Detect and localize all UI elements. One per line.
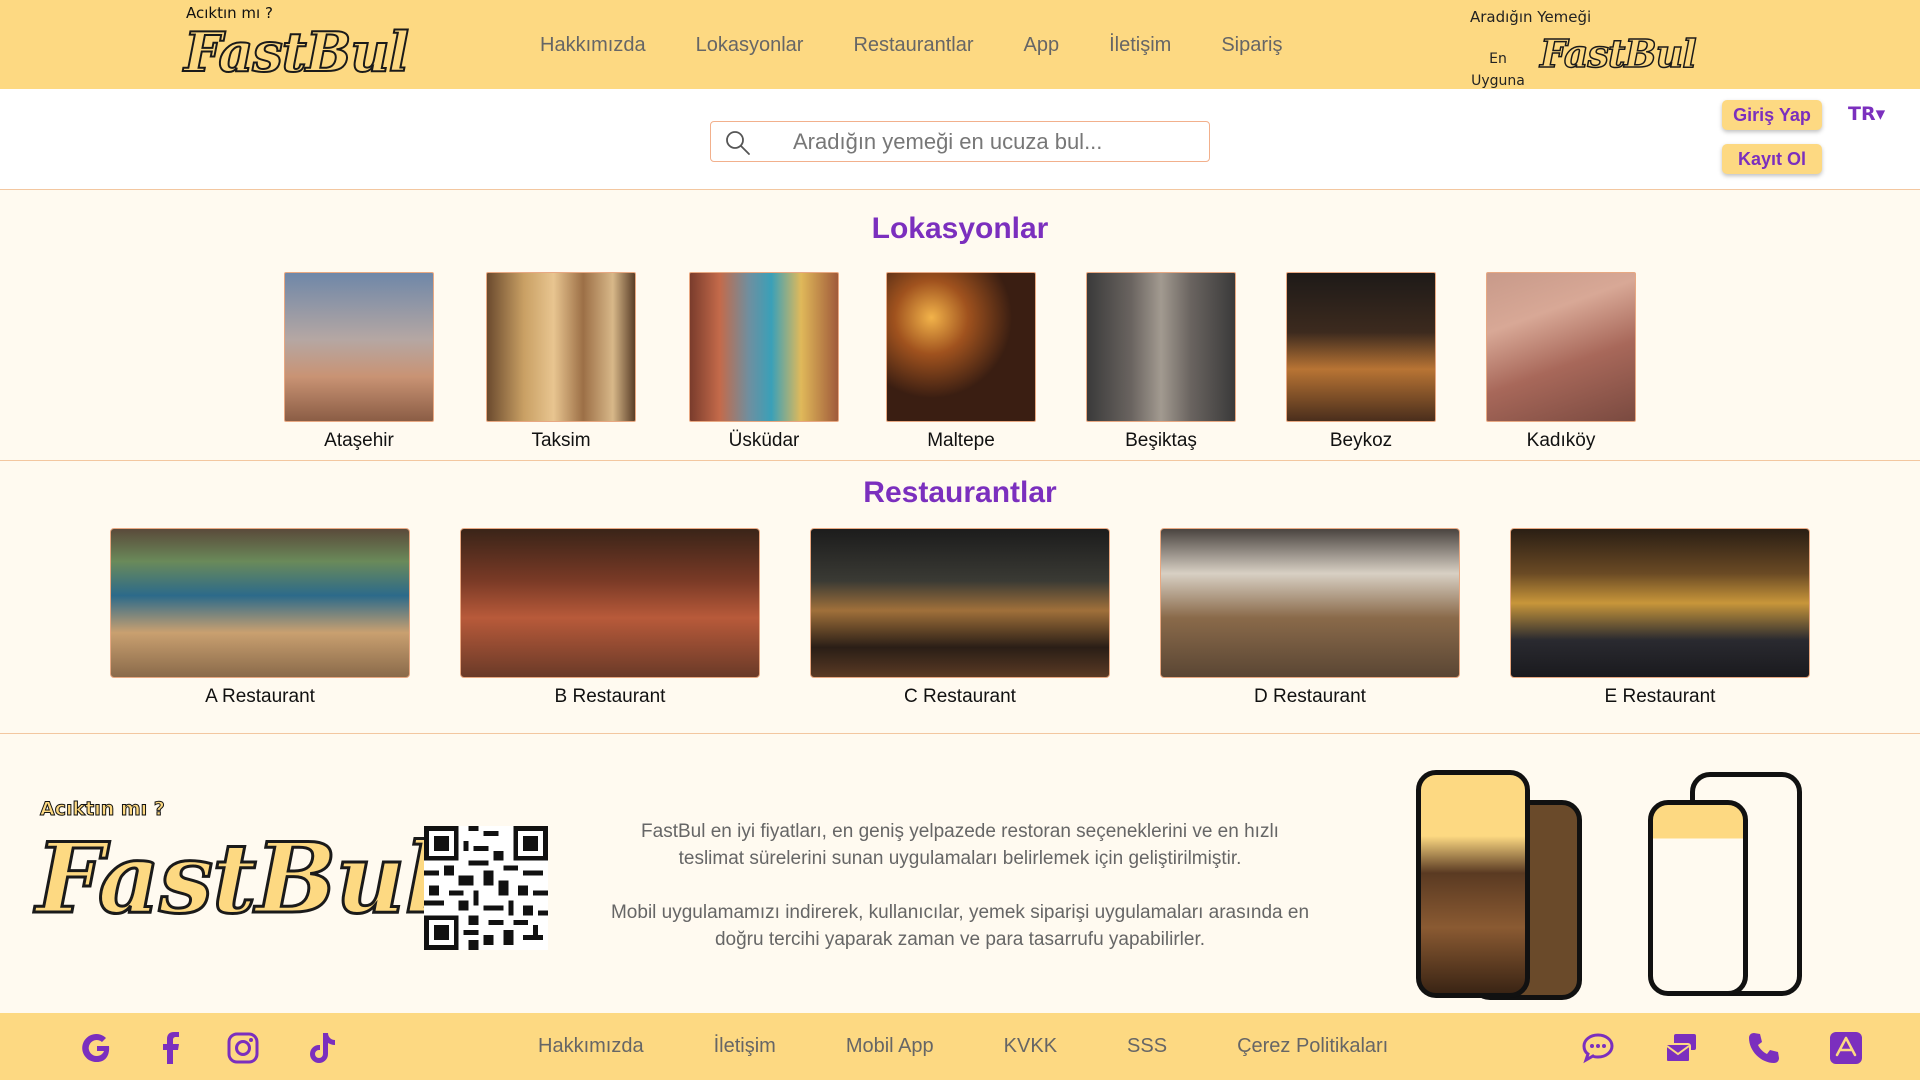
footer-nav: Hakkımızda İletişim Mobil App KVKK SSS Ç… [538, 1035, 1458, 1058]
restaurant-label: B Restaurant [554, 686, 666, 707]
facebook-icon[interactable] [154, 1031, 188, 1065]
restaurant-label: E Restaurant [1604, 686, 1716, 707]
locations-title: Lokasyonlar [871, 212, 1049, 245]
promo-tagline: Acıktın mı ? [40, 798, 166, 821]
login-button[interactable]: Giriş Yap [1722, 100, 1822, 130]
search-row: Giriş Yap Kayıt Ol TR▾ [0, 89, 1920, 190]
restaurant-card-e[interactable]: E Restaurant [1510, 528, 1810, 708]
search-input[interactable] [793, 127, 1193, 157]
promo-logo: FastBul [35, 822, 443, 935]
signup-button[interactable]: Kayıt Ol [1722, 144, 1822, 174]
location-label: Üsküdar [728, 430, 800, 451]
footer-nav-contact[interactable]: İletişim [714, 1035, 776, 1058]
location-card-maltepe[interactable]: Maltepe [886, 272, 1036, 452]
top-header: Acıktın mı ? FastBul Hakkımızda Lokasyon… [0, 0, 1920, 89]
restaurant-image[interactable] [1510, 528, 1810, 678]
footer-nav-mobile-app[interactable]: Mobil App [846, 1035, 934, 1058]
search-icon [726, 131, 750, 155]
location-card-besiktas[interactable]: Beşiktaş [1086, 272, 1236, 452]
restaurants-title: Restaurantlar [863, 476, 1057, 509]
search-box[interactable] [710, 121, 1210, 162]
location-label: Ataşehir [324, 430, 394, 451]
nav-restaurants[interactable]: Restaurantlar [853, 34, 973, 57]
location-card-uskudar[interactable]: Üsküdar [689, 272, 839, 452]
location-image[interactable] [886, 272, 1036, 422]
location-label: Taksim [531, 430, 591, 451]
restaurant-card-a[interactable]: A Restaurant [110, 528, 410, 708]
about-paragraph-2: Mobil uygulamamızı indirerek, kullanıcıl… [610, 902, 1310, 950]
location-card-beykoz[interactable]: Beykoz [1286, 272, 1436, 452]
location-image[interactable] [689, 272, 839, 422]
nav-about[interactable]: Hakkımızda [540, 34, 646, 57]
slogan-top: Aradığın Yemeği [1470, 8, 1592, 26]
phone-mockup-front-2 [1648, 800, 1748, 996]
location-label: Beşiktaş [1125, 430, 1197, 451]
footer-bar: Hakkımızda İletişim Mobil App KVKK SSS Ç… [0, 1013, 1920, 1080]
location-card-kadikoy[interactable]: Kadıköy [1486, 272, 1636, 452]
section-divider [0, 733, 1920, 734]
restaurant-image[interactable] [810, 528, 1110, 678]
google-icon[interactable] [80, 1031, 114, 1065]
slogan-logo: FastBul [1539, 31, 1697, 77]
tiktok-icon[interactable] [304, 1031, 338, 1065]
restaurant-card-b[interactable]: B Restaurant [460, 528, 760, 708]
restaurant-image[interactable] [460, 528, 760, 678]
location-label: Maltepe [927, 430, 995, 451]
nav-app[interactable]: App [1024, 34, 1060, 57]
restaurant-image[interactable] [110, 528, 410, 678]
restaurant-label: D Restaurant [1254, 686, 1366, 707]
about-paragraph-1: FastBul en iyi fiyatları, en geniş yelpa… [641, 821, 1279, 869]
nav-contact[interactable]: İletişim [1109, 34, 1171, 57]
footer-nav-cookies[interactable]: Çerez Politikaları [1237, 1035, 1388, 1058]
restaurant-image[interactable] [1160, 528, 1460, 678]
location-image[interactable] [284, 272, 434, 422]
footer-nav-kvkk[interactable]: KVKK [1004, 1035, 1057, 1058]
instagram-icon[interactable] [226, 1031, 260, 1065]
app-store-icon[interactable] [1828, 1030, 1864, 1066]
restaurant-label: A Restaurant [205, 686, 315, 707]
section-divider [0, 460, 1920, 461]
location-image[interactable] [486, 272, 636, 422]
location-label: Beykoz [1329, 430, 1393, 451]
nav-locations[interactable]: Lokasyonlar [696, 34, 804, 57]
chat-icon[interactable] [1580, 1030, 1616, 1066]
restaurant-card-d[interactable]: D Restaurant [1160, 528, 1460, 708]
location-card-atasehir[interactable]: Ataşehir [284, 272, 434, 452]
restaurant-card-c[interactable]: C Restaurant [810, 528, 1110, 708]
phone-mockup-front [1416, 770, 1530, 998]
location-image[interactable] [1486, 272, 1636, 422]
language-selector[interactable]: TR▾ [1848, 103, 1885, 125]
qr-code-icon[interactable] [424, 826, 548, 950]
slogan-left: En Uyguna [1468, 48, 1528, 92]
about-text: FastBul en iyi fiyatları, en geniş yelpa… [610, 818, 1310, 953]
slogan-left-line1: En [1489, 51, 1507, 67]
phone-icon[interactable] [1746, 1030, 1782, 1066]
location-label: Kadıköy [1526, 430, 1596, 451]
location-image[interactable] [1086, 272, 1236, 422]
restaurant-label: C Restaurant [904, 686, 1016, 707]
location-image[interactable] [1286, 272, 1436, 422]
mail-icon[interactable] [1664, 1030, 1700, 1066]
footer-nav-about[interactable]: Hakkımızda [538, 1035, 644, 1058]
location-card-taksim[interactable]: Taksim [486, 272, 636, 452]
header-logo[interactable]: FastBul [183, 21, 410, 83]
footer-nav-faq[interactable]: SSS [1127, 1035, 1167, 1058]
main-nav: Hakkımızda Lokasyonlar Restaurantlar App… [540, 34, 1332, 57]
nav-order[interactable]: Sipariş [1221, 34, 1282, 57]
